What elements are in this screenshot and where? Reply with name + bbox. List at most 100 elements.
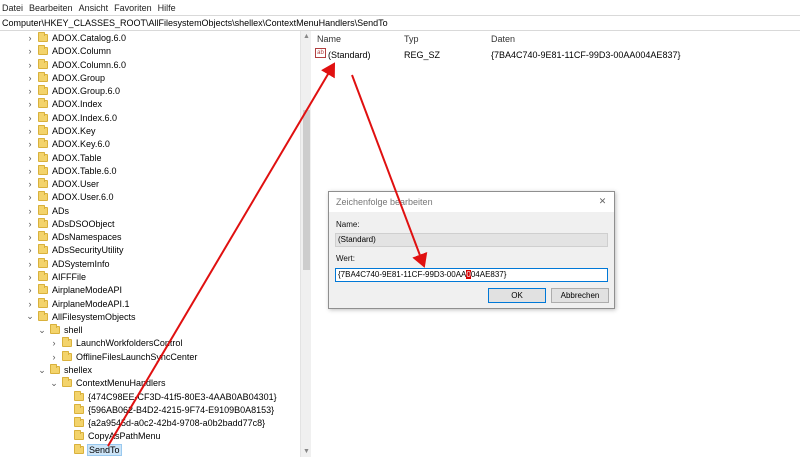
tree-item[interactable]: {474C98EE-CF3D-41f5-80E3-4AAB0AB04301} xyxy=(61,390,277,403)
tree-item-label: ADSystemInfo xyxy=(52,258,110,269)
folder-icon xyxy=(38,191,48,202)
tree-item[interactable]: › ADOX.Group.6.0 xyxy=(25,85,120,98)
value-input[interactable]: {7BA4C740-9E81-11CF-99D3-00AA004AE837} xyxy=(335,268,608,282)
tree-item[interactable]: › ADsSecurityUtility xyxy=(25,244,124,257)
tree-item-label: CopyAsPathMenu xyxy=(88,431,161,442)
tree-item[interactable]: › ADOX.Index.6.0 xyxy=(25,111,117,124)
tree-item-label: ContextMenuHandlers xyxy=(76,378,166,389)
tree-item-label: ADOX.Group.6.0 xyxy=(52,86,121,97)
tree-item[interactable]: ⌄ ContextMenuHandlers xyxy=(49,377,166,390)
tree-item[interactable]: › ADs xyxy=(25,204,69,217)
tree-item[interactable]: › ADOX.Key xyxy=(25,124,96,137)
chevron-right-icon[interactable]: › xyxy=(25,217,35,230)
chevron-right-icon[interactable]: › xyxy=(25,297,35,310)
value-name[interactable]: (Standard) xyxy=(328,50,371,60)
tree-item[interactable]: CopyAsPathMenu xyxy=(61,430,161,443)
tree-item-label: ADs xyxy=(52,205,70,216)
value-data: {7BA4C740-9E81-11CF-99D3-00AA004AE837} xyxy=(491,50,681,60)
chevron-right-icon[interactable]: › xyxy=(25,32,35,45)
menu-edit[interactable]: Bearbeiten xyxy=(29,3,73,13)
tree-item[interactable]: › AirplaneModeAPI xyxy=(25,284,122,297)
chevron-down-icon[interactable]: ⌄ xyxy=(37,324,47,337)
menu-view[interactable]: Ansicht xyxy=(79,3,109,13)
chevron-right-icon[interactable]: › xyxy=(25,151,35,164)
chevron-right-icon[interactable]: › xyxy=(25,178,35,191)
menu-file[interactable]: Datei xyxy=(2,3,23,13)
close-icon[interactable]: ✕ xyxy=(597,196,608,207)
tree-item[interactable]: › ADSystemInfo xyxy=(25,257,110,270)
chevron-right-icon[interactable]: › xyxy=(25,111,35,124)
chevron-right-icon[interactable]: › xyxy=(49,350,59,363)
column-header-name[interactable]: Name xyxy=(317,34,341,44)
tree-item-label: ADsNamespaces xyxy=(52,232,122,243)
chevron-right-icon[interactable]: › xyxy=(25,271,35,284)
chevron-right-icon[interactable]: › xyxy=(25,244,35,257)
tree-item[interactable]: ⌄ shellex xyxy=(37,364,92,377)
edit-string-dialog: Zeichenfolge bearbeiten ✕ Name: (Standar… xyxy=(328,191,615,309)
tree-item[interactable]: SendTo xyxy=(61,443,122,456)
tree-item[interactable]: › ADOX.User.6.0 xyxy=(25,191,114,204)
dialog-titlebar[interactable]: Zeichenfolge bearbeiten ✕ xyxy=(329,192,614,212)
folder-icon xyxy=(62,350,72,361)
scroll-thumb[interactable] xyxy=(303,110,310,270)
tree-item[interactable]: › ADOX.Table xyxy=(25,151,102,164)
chevron-right-icon[interactable]: › xyxy=(25,58,35,71)
tree-item[interactable]: › ADOX.Index xyxy=(25,98,102,111)
tree-item-label: ADOX.Key.6.0 xyxy=(52,139,110,150)
folder-icon xyxy=(38,45,48,56)
chevron-right-icon[interactable]: › xyxy=(25,71,35,84)
tree-item[interactable]: › ADOX.Catalog.6.0 xyxy=(25,32,126,45)
tree-item[interactable]: ⌄ shell xyxy=(37,324,83,337)
registry-tree: › ADOX.Catalog.6.0 › ADOX.Column › ADOX.Colum… xyxy=(0,31,300,457)
address-bar[interactable]: Computer\HKEY_CLASSES_ROOT\AllFilesystem… xyxy=(0,15,800,31)
tree-item[interactable]: › ADOX.User xyxy=(25,178,99,191)
chevron-right-icon[interactable]: › xyxy=(25,138,35,151)
tree-item[interactable]: › ADsDSOObject xyxy=(25,217,115,230)
tree-item-label: ADOX.Group xyxy=(52,72,106,83)
chevron-right-icon[interactable]: › xyxy=(49,337,59,350)
value-text-prefix: {7BA4C740-9E81-11CF-99D3-00AA xyxy=(338,270,467,279)
tree-scrollbar[interactable]: ▲ ▼ xyxy=(300,31,311,457)
tree-item[interactable]: › ADsNamespaces xyxy=(25,231,122,244)
tree-item[interactable]: › OfflineFilesLaunchSyncCenter xyxy=(49,350,197,363)
tree-item[interactable]: {596AB062-B4D2-4215-9F74-E9109B0A8153} xyxy=(61,403,274,416)
tree-item[interactable]: › ADOX.Column xyxy=(25,45,111,58)
cancel-button[interactable]: Abbrechen xyxy=(551,288,609,303)
column-header-data[interactable]: Daten xyxy=(491,34,515,44)
tree-item[interactable]: › ADOX.Key.6.0 xyxy=(25,138,110,151)
tree-item-label: ADOX.Key xyxy=(52,125,96,136)
tree-item[interactable]: › AirplaneModeAPI.1 xyxy=(25,297,130,310)
chevron-right-icon[interactable]: › xyxy=(25,257,35,270)
chevron-right-icon[interactable]: › xyxy=(25,204,35,217)
chevron-down-icon[interactable]: ⌄ xyxy=(37,364,47,377)
menu-help[interactable]: Hilfe xyxy=(158,3,176,13)
column-header-type[interactable]: Typ xyxy=(404,34,419,44)
scroll-up-arrow-icon[interactable]: ▲ xyxy=(301,31,312,42)
ok-button[interactable]: OK xyxy=(488,288,546,303)
menu-favorites[interactable]: Favoriten xyxy=(114,3,152,13)
chevron-right-icon[interactable]: › xyxy=(25,45,35,58)
chevron-right-icon[interactable]: › xyxy=(25,284,35,297)
chevron-right-icon[interactable]: › xyxy=(25,191,35,204)
tree-item[interactable]: › AIFFFile xyxy=(25,271,86,284)
chevron-down-icon[interactable]: ⌄ xyxy=(25,310,35,323)
tree-item[interactable]: {a2a9545d-a0c2-42b4-9708-a0b2badd77c8} xyxy=(61,417,265,430)
chevron-down-icon[interactable]: ⌄ xyxy=(49,377,59,390)
tree-item[interactable]: ⌄ AllFilesystemObjects xyxy=(25,310,136,323)
chevron-right-icon[interactable]: › xyxy=(25,231,35,244)
folder-icon xyxy=(50,324,60,335)
chevron-right-icon[interactable]: › xyxy=(25,85,35,98)
chevron-right-icon[interactable]: › xyxy=(25,98,35,111)
tree-item[interactable]: › LaunchWorkfoldersControl xyxy=(49,337,182,350)
folder-icon xyxy=(38,284,48,295)
chevron-right-icon[interactable]: › xyxy=(25,124,35,137)
name-label: Name: xyxy=(336,220,360,229)
tree-item[interactable]: › ADOX.Table.6.0 xyxy=(25,164,117,177)
chevron-right-icon[interactable]: › xyxy=(25,164,35,177)
tree-item-label: OfflineFilesLaunchSyncCenter xyxy=(76,351,198,362)
tree-item[interactable]: › ADOX.Column.6.0 xyxy=(25,58,126,71)
tree-item[interactable]: › ADOX.Group xyxy=(25,71,105,84)
tree-item-label: {a2a9545d-a0c2-42b4-9708-a0b2badd77c8} xyxy=(88,418,266,429)
scroll-down-arrow-icon[interactable]: ▼ xyxy=(301,446,312,457)
